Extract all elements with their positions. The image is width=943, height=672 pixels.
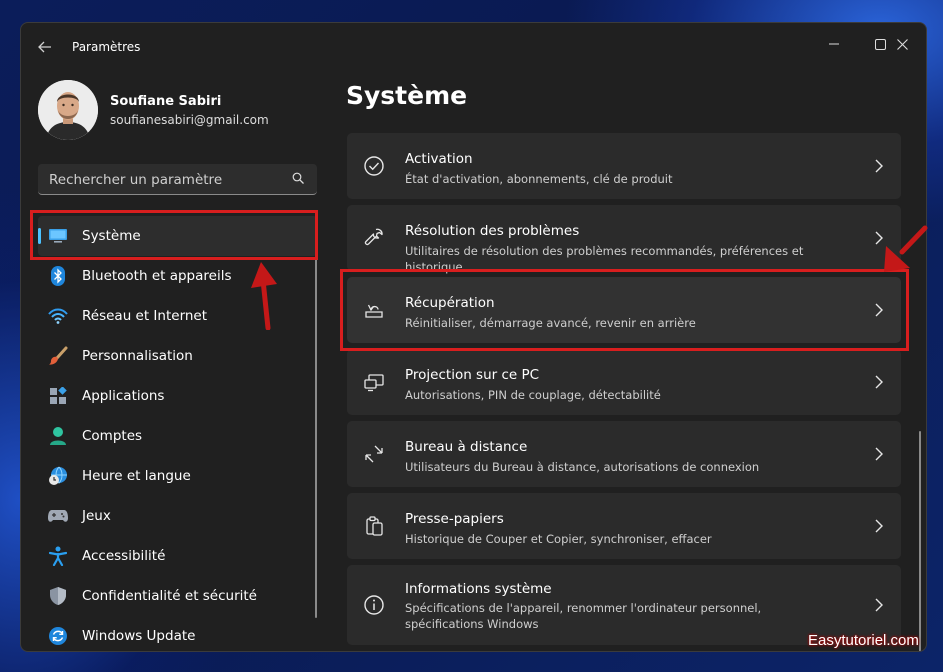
- app-title: Paramètres: [72, 40, 141, 54]
- card-title: Projection sur ce PC: [405, 367, 540, 383]
- bluetooth-icon: [47, 265, 69, 287]
- back-button[interactable]: [31, 33, 59, 61]
- card-title: Informations système: [405, 581, 552, 597]
- card-subtitle: Utilisateurs du Bureau à distance, autor…: [405, 460, 760, 474]
- main-scrollbar[interactable]: [919, 431, 921, 651]
- card-bureau-distance[interactable]: Bureau à distance Utilisateurs du Bureau…: [347, 421, 901, 487]
- sidebar-item-applications[interactable]: Applications: [38, 376, 317, 416]
- highlight-box-systeme: [30, 210, 318, 260]
- clipboard-icon: [363, 515, 385, 537]
- card-activation[interactable]: Activation État d'activation, abonnement…: [347, 133, 901, 199]
- user-name: Soufiane Sabiri: [110, 94, 222, 109]
- card-subtitle: Autorisations, PIN de couplage, détectab…: [405, 388, 661, 402]
- chevron-right-icon: [875, 598, 883, 612]
- card-presse-papiers[interactable]: Presse-papiers Historique de Couper et C…: [347, 493, 901, 559]
- card-title: Bureau à distance: [405, 439, 528, 455]
- clock-globe-icon: [47, 465, 69, 487]
- sidebar-item-personnalisation[interactable]: Personnalisation: [38, 336, 317, 376]
- brush-icon: [47, 345, 69, 367]
- search-input[interactable]: Rechercher un paramètre: [38, 164, 317, 195]
- sidebar-item-heure-langue[interactable]: Heure et langue: [38, 456, 317, 496]
- arrow-left-icon: [38, 41, 51, 53]
- title-bar: Paramètres: [21, 23, 926, 69]
- sidebar-item-label: Jeux: [82, 508, 111, 524]
- wifi-icon: [47, 305, 69, 327]
- remote-desktop-icon: [363, 443, 385, 465]
- sidebar-scrollbar[interactable]: [315, 258, 317, 618]
- sidebar-item-label: Applications: [82, 388, 165, 404]
- close-button[interactable]: [879, 29, 925, 59]
- highlight-box-recuperation: [340, 269, 909, 351]
- close-icon: [896, 38, 908, 50]
- user-email: soufianesabiri@gmail.com: [110, 113, 269, 127]
- sidebar-item-accessibilite[interactable]: Accessibilité: [38, 536, 317, 576]
- apps-icon: [47, 385, 69, 407]
- card-subtitle: Spécifications de l'appareil, renommer l…: [405, 601, 762, 631]
- sidebar-item-jeux[interactable]: Jeux: [38, 496, 317, 536]
- check-circle-icon: [363, 155, 385, 177]
- card-projection[interactable]: Projection sur ce PC Autorisations, PIN …: [347, 349, 901, 415]
- card-subtitle: État d'activation, abonnements, clé de p…: [405, 172, 673, 186]
- sidebar-item-windows-update[interactable]: Windows Update: [38, 616, 317, 651]
- search-icon[interactable]: [292, 172, 305, 185]
- sidebar-item-label: Bluetooth et appareils: [82, 268, 232, 284]
- card-title: Activation: [405, 151, 473, 167]
- chevron-right-icon: [875, 375, 883, 389]
- gamepad-icon: [47, 505, 69, 527]
- projection-icon: [363, 371, 385, 393]
- chevron-right-icon: [875, 519, 883, 533]
- accessibility-icon: [47, 545, 69, 567]
- sidebar-item-label: Windows Update: [82, 628, 196, 644]
- sidebar-item-label: Confidentialité et sécurité: [82, 588, 257, 604]
- page-title: Système: [346, 81, 468, 110]
- shield-icon: [47, 585, 69, 607]
- card-title: Résolution des problèmes: [405, 223, 580, 239]
- user-photo-icon: [38, 80, 98, 140]
- card-subtitle: Historique de Couper et Copier, synchron…: [405, 532, 712, 546]
- chevron-right-icon: [875, 159, 883, 173]
- windows-update-icon: [47, 625, 69, 647]
- minimize-icon: [829, 43, 839, 45]
- watermark: Easytutoriel.com: [808, 632, 919, 649]
- chevron-right-icon: [875, 447, 883, 461]
- annotation-arrow-down-left-icon: [884, 225, 928, 272]
- sidebar-item-label: Accessibilité: [82, 548, 166, 564]
- info-icon: [363, 594, 385, 616]
- sidebar-item-label: Réseau et Internet: [82, 308, 208, 324]
- annotation-arrow-up-icon: [251, 262, 277, 330]
- sidebar-item-label: Comptes: [82, 428, 143, 444]
- avatar[interactable]: [38, 80, 98, 140]
- card-title: Presse-papiers: [405, 511, 504, 527]
- wrench-icon: [363, 227, 385, 249]
- sidebar-item-confidentialite[interactable]: Confidentialité et sécurité: [38, 576, 317, 616]
- sidebar-item-label: Personnalisation: [82, 348, 193, 364]
- sidebar-item-comptes[interactable]: Comptes: [38, 416, 317, 456]
- person-icon: [47, 425, 69, 447]
- minimize-button[interactable]: [811, 29, 857, 59]
- search-placeholder: Rechercher un paramètre: [49, 172, 223, 188]
- card-resolution-problemes[interactable]: Résolution des problèmes Utilitaires de …: [347, 205, 901, 274]
- sidebar-item-label: Heure et langue: [82, 468, 191, 484]
